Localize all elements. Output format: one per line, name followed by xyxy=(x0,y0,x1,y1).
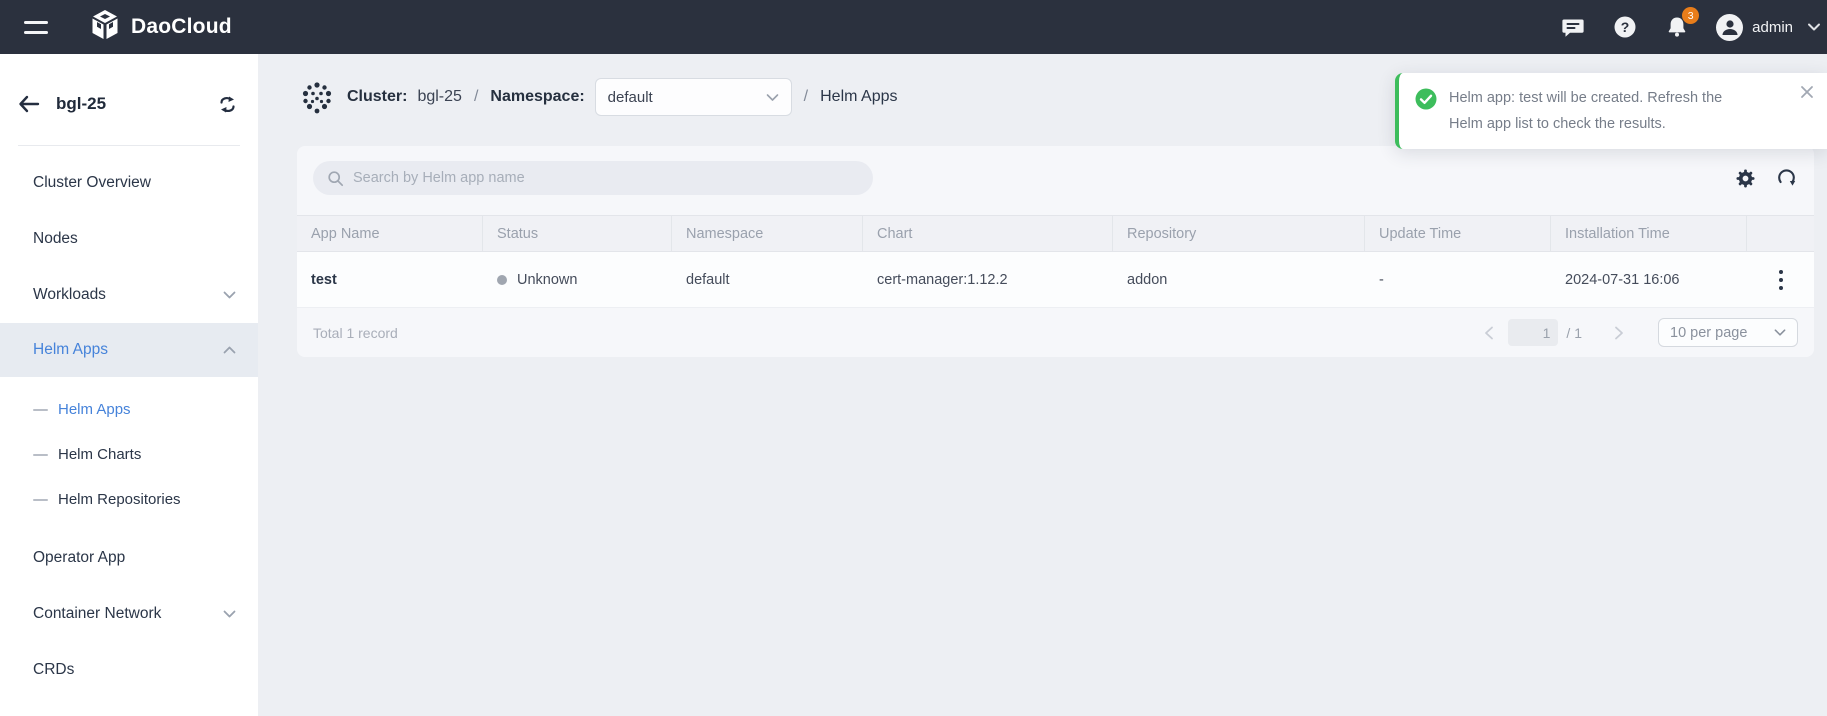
sidebar-item-cluster-overview[interactable]: Cluster Overview xyxy=(0,155,258,211)
breadcrumb-page: Helm Apps xyxy=(820,88,897,106)
page-number-input[interactable] xyxy=(1508,319,1558,346)
total-records-label: Total 1 record xyxy=(313,325,398,341)
breadcrumb-separator: / xyxy=(804,88,808,106)
table-row: test Unknown default cert-manager:1.12.2… xyxy=(297,252,1814,308)
cell-installation-time: 2024-07-31 16:06 xyxy=(1551,252,1747,307)
svg-text:?: ? xyxy=(1621,19,1630,35)
dash-icon xyxy=(33,409,48,411)
sidebar-item-operator-app[interactable]: Operator App xyxy=(0,530,258,586)
chevron-up-icon xyxy=(223,346,236,355)
switch-cluster-icon[interactable] xyxy=(217,94,238,115)
brand-logo: DaoCloud xyxy=(88,8,232,47)
table-footer: Total 1 record / 1 10 per page xyxy=(297,308,1814,357)
user-avatar-icon[interactable] xyxy=(1716,14,1743,41)
chevron-down-icon xyxy=(766,93,779,102)
column-header-app-name: App Name xyxy=(297,216,483,251)
cell-app-name[interactable]: test xyxy=(297,252,483,307)
brand-name: DaoCloud xyxy=(131,15,232,39)
column-header-repository: Repository xyxy=(1113,216,1365,251)
previous-page-icon[interactable] xyxy=(1480,326,1498,340)
helm-apps-card: App Name Status Namespace Chart Reposito… xyxy=(297,146,1814,357)
notifications-bell-icon[interactable]: 3 xyxy=(1664,14,1690,40)
column-header-actions xyxy=(1747,216,1814,251)
sidebar-cluster-name: bgl-25 xyxy=(56,94,106,114)
cell-repository: addon xyxy=(1113,252,1365,307)
cluster-label: Cluster: xyxy=(347,88,407,106)
cluster-value: bgl-25 xyxy=(417,88,461,106)
toast-notification: Helm app: test will be created. Refresh … xyxy=(1395,73,1827,149)
sidebar-item-helm-apps-group[interactable]: Helm Apps xyxy=(0,323,258,377)
cell-chart: cert-manager:1.12.2 xyxy=(863,252,1113,307)
column-header-update-time: Update Time xyxy=(1365,216,1551,251)
status-dot-icon xyxy=(497,275,507,285)
sidebar-item-crds[interactable]: CRDs xyxy=(0,642,258,698)
row-actions-kebab-icon[interactable] xyxy=(1771,266,1791,294)
notification-count-badge: 3 xyxy=(1682,7,1699,24)
namespace-label: Namespace: xyxy=(490,88,584,106)
column-header-installation-time: Installation Time xyxy=(1551,216,1747,251)
topbar: DaoCloud ? 3 xyxy=(0,0,1827,54)
sidebar-subitem-helm-charts[interactable]: Helm Charts xyxy=(0,432,258,477)
cell-update-time: - xyxy=(1365,252,1551,307)
page-total-label: / 1 xyxy=(1566,325,1582,341)
cell-status: Unknown xyxy=(483,252,672,307)
close-icon[interactable] xyxy=(1800,85,1814,99)
chevron-down-icon xyxy=(223,291,236,300)
sidebar-nav: Cluster Overview Nodes Workloads Helm Ap… xyxy=(0,146,258,698)
help-icon[interactable]: ? xyxy=(1612,14,1638,40)
sidebar-item-workloads[interactable]: Workloads xyxy=(0,267,258,323)
chevron-down-icon xyxy=(223,610,236,619)
namespace-select[interactable]: default xyxy=(595,78,792,116)
main-content: Helm app: test will be created. Refresh … xyxy=(258,54,1827,716)
namespace-selected-value: default xyxy=(608,89,653,106)
dash-icon xyxy=(33,499,48,501)
daocloud-logo-icon xyxy=(88,8,122,47)
chevron-down-icon xyxy=(1774,328,1786,337)
column-header-status: Status xyxy=(483,216,672,251)
user-menu-chevron-icon[interactable] xyxy=(1807,22,1821,32)
menu-toggle-icon[interactable] xyxy=(24,21,50,34)
breadcrumb-separator: / xyxy=(474,88,478,106)
column-header-chart: Chart xyxy=(863,216,1113,251)
pagination: / 1 10 per page xyxy=(1480,318,1798,347)
refresh-icon[interactable] xyxy=(1776,168,1797,189)
search-input[interactable] xyxy=(353,170,859,186)
column-header-namespace: Namespace xyxy=(672,216,863,251)
dash-icon xyxy=(33,454,48,456)
search-icon xyxy=(327,170,344,187)
per-page-value: 10 per page xyxy=(1670,325,1747,341)
per-page-select[interactable]: 10 per page xyxy=(1658,318,1798,347)
sidebar: bgl-25 Cluster Overview Nodes Workloads … xyxy=(0,54,258,716)
table-header: App Name Status Namespace Chart Reposito… xyxy=(297,215,1814,252)
username-label: admin xyxy=(1752,19,1793,36)
settings-gear-icon[interactable] xyxy=(1735,168,1756,189)
sidebar-subitem-helm-repositories[interactable]: Helm Repositories xyxy=(0,477,258,522)
sidebar-item-nodes[interactable]: Nodes xyxy=(0,211,258,267)
next-page-icon[interactable] xyxy=(1610,326,1628,340)
toast-message: Helm app: test will be created. Refresh … xyxy=(1449,85,1745,137)
cluster-dots-icon xyxy=(300,80,334,114)
messages-icon[interactable] xyxy=(1560,14,1586,40)
cell-namespace: default xyxy=(672,252,863,307)
sidebar-item-container-network[interactable]: Container Network xyxy=(0,586,258,642)
back-button[interactable] xyxy=(18,95,40,113)
sidebar-subitem-helm-apps[interactable]: Helm Apps xyxy=(0,387,258,432)
success-check-icon xyxy=(1415,88,1437,137)
search-box[interactable] xyxy=(313,161,873,195)
